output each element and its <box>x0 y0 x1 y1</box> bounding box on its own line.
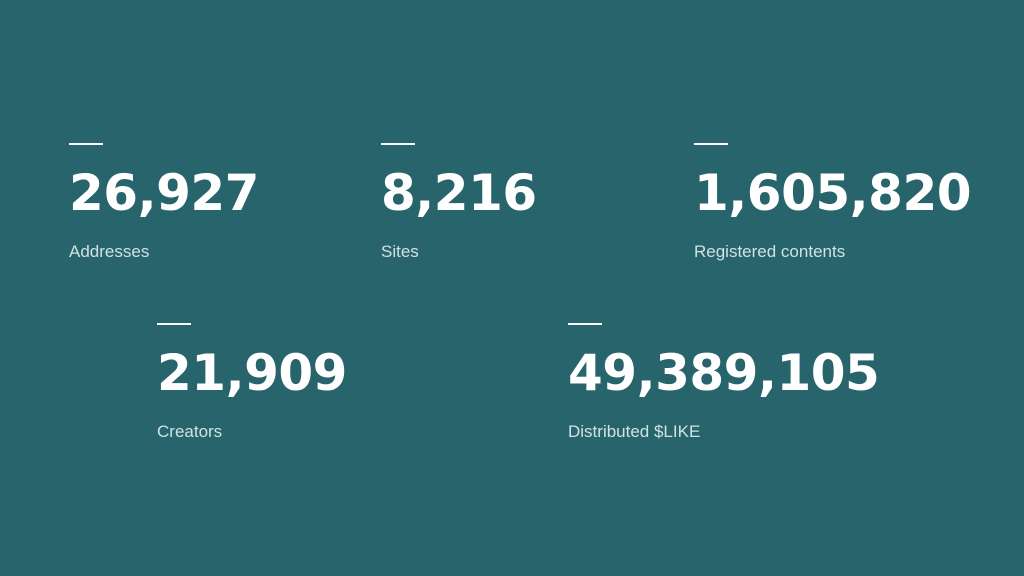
stat-value: 21,909 <box>157 344 347 402</box>
stat-label: Registered contents <box>694 242 846 261</box>
stat-value: 49,389,105 <box>568 344 880 402</box>
stat-divider <box>694 143 728 145</box>
stat-creators: 21,909 Creators <box>157 323 477 442</box>
stat-divider <box>381 143 415 145</box>
stat-divider <box>69 143 103 145</box>
stat-registered-contents: 1,605,820 Registered contents <box>694 143 1014 262</box>
stat-value: 1,605,820 <box>694 164 972 222</box>
stat-value: 26,927 <box>69 164 259 222</box>
stat-divider <box>568 323 602 325</box>
stat-label: Creators <box>157 422 223 441</box>
stat-sites: 8,216 Sites <box>381 143 701 262</box>
stat-label: Distributed $LIKE <box>568 422 701 441</box>
stat-distributed-like: 49,389,105 Distributed $LIKE <box>568 323 888 442</box>
stat-label: Sites <box>381 242 419 261</box>
stat-label: Addresses <box>69 242 150 261</box>
stat-addresses: 26,927 Addresses <box>69 143 389 262</box>
stat-divider <box>157 323 191 325</box>
stats-page: { "stats": [ {"value": "26,927", "label"… <box>0 0 1024 576</box>
stat-value: 8,216 <box>381 164 537 222</box>
